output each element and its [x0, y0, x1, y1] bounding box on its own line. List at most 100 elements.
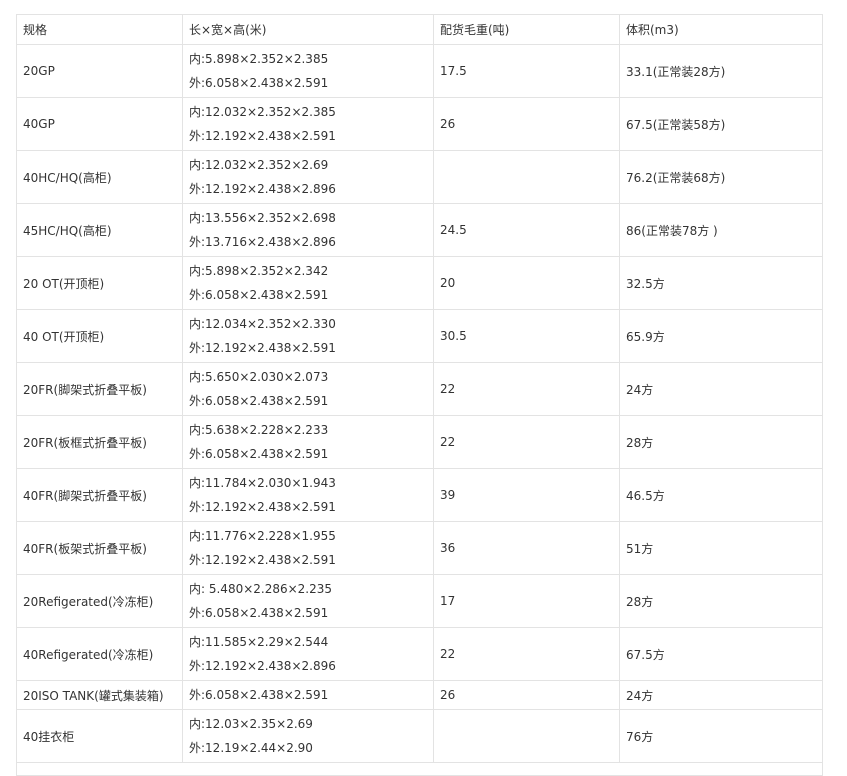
cell-volume: 46.5方 [619, 468, 823, 522]
empty-cell [16, 762, 823, 776]
inner-dimensions: 内:11.784×2.030×1.943 [189, 476, 336, 490]
cell-gross-weight: 39 [433, 468, 620, 522]
table-row-empty [16, 762, 823, 776]
cell-spec: 45HC/HQ(高柜) [16, 203, 183, 257]
inner-dimensions: 内:5.638×2.228×2.233 [189, 423, 329, 437]
cell-dimensions: 内:11.585×2.29×2.544 外:12.192×2.438×2.896 [182, 627, 434, 681]
cell-gross-weight: 17.5 [433, 44, 620, 98]
cell-volume: 33.1(正常装28方) [619, 44, 823, 98]
cell-volume: 28方 [619, 574, 823, 628]
cell-volume: 28方 [619, 415, 823, 469]
cell-spec: 20ISO TANK(罐式集装箱) [16, 680, 183, 710]
cell-gross-weight [433, 150, 620, 204]
cell-volume: 24方 [619, 362, 823, 416]
cell-gross-weight: 36 [433, 521, 620, 575]
container-spec-table-wrap: 规格 长×宽×高(米) 配货毛重(吨) 体积(m3) 20GP 内:5.898×2… [16, 14, 823, 776]
container-spec-table: 规格 长×宽×高(米) 配货毛重(吨) 体积(m3) 20GP 内:5.898×2… [16, 14, 823, 776]
cell-spec: 20FR(板框式折叠平板) [16, 415, 183, 469]
inner-dimensions: 内:5.898×2.352×2.385 [189, 52, 329, 66]
cell-spec: 40 OT(开顶柜) [16, 309, 183, 363]
cell-spec: 20Refigerated(冷冻柜) [16, 574, 183, 628]
cell-volume: 86(正常装78方 ) [619, 203, 823, 257]
cell-volume: 76方 [619, 709, 823, 763]
inner-dimensions: 内:11.776×2.228×1.955 [189, 529, 336, 543]
cell-dimensions: 内:11.776×2.228×1.955 外:12.192×2.438×2.591 [182, 521, 434, 575]
table-row: 40HC/HQ(高柜) 内:12.032×2.352×2.69 外:12.192×2… [16, 150, 823, 204]
cell-dimensions: 内:5.650×2.030×2.073 外:6.058×2.438×2.591 [182, 362, 434, 416]
outer-dimensions: 外:6.058×2.438×2.591 [189, 76, 329, 90]
outer-dimensions: 外:13.716×2.438×2.896 [189, 235, 336, 249]
cell-gross-weight: 22 [433, 627, 620, 681]
cell-dimensions: 内:11.784×2.030×1.943 外:12.192×2.438×2.591 [182, 468, 434, 522]
inner-dimensions: 内: 5.480×2.286×2.235 [189, 582, 333, 596]
outer-dimensions: 外:12.19×2.44×2.90 [189, 741, 313, 755]
inner-dimensions: 内:12.032×2.352×2.69 [189, 158, 329, 172]
inner-dimensions: 内:13.556×2.352×2.698 [189, 211, 336, 225]
cell-gross-weight: 26 [433, 97, 620, 151]
cell-gross-weight [433, 709, 620, 763]
outer-dimensions: 外:6.058×2.438×2.591 [189, 606, 329, 620]
cell-volume: 24方 [619, 680, 823, 710]
cell-dimensions: 内:5.638×2.228×2.233 外:6.058×2.438×2.591 [182, 415, 434, 469]
cell-spec: 40FR(脚架式折叠平板) [16, 468, 183, 522]
table-row: 45HC/HQ(高柜) 内:13.556×2.352×2.698 外:13.716×… [16, 203, 823, 257]
table-row: 40 OT(开顶柜) 内:12.034×2.352×2.330 外:12.192×2… [16, 309, 823, 363]
inner-dimensions: 内:12.032×2.352×2.385 [189, 105, 336, 119]
cell-spec: 40挂衣柜 [16, 709, 183, 763]
table-row: 20 OT(开顶柜) 内:5.898×2.352×2.342 外:6.058×2.4… [16, 256, 823, 310]
table-row: 40FR(板架式折叠平板) 内:11.776×2.228×1.955 外:12.19… [16, 521, 823, 575]
cell-spec: 20GP [16, 44, 183, 98]
cell-gross-weight: 20 [433, 256, 620, 310]
cell-volume: 67.5(正常装58方) [619, 97, 823, 151]
inner-dimensions: 内:5.650×2.030×2.073 [189, 370, 329, 384]
table-row: 20Refigerated(冷冻柜) 内: 5.480×2.286×2.235 外:… [16, 574, 823, 628]
cell-dimensions: 内:5.898×2.352×2.385 外:6.058×2.438×2.591 [182, 44, 434, 98]
cell-volume: 76.2(正常装68方) [619, 150, 823, 204]
outer-dimensions: 外:12.192×2.438×2.591 [189, 129, 336, 143]
cell-dimensions: 内:12.032×2.352×2.385 外:12.192×2.438×2.591 [182, 97, 434, 151]
header-spec: 规格 [16, 14, 183, 45]
cell-dimensions: 内:13.556×2.352×2.698 外:13.716×2.438×2.896 [182, 203, 434, 257]
outer-dimensions: 外:6.058×2.438×2.591 [189, 288, 329, 302]
cell-spec: 40GP [16, 97, 183, 151]
inner-dimensions: 内:12.034×2.352×2.330 [189, 317, 336, 331]
header-dimensions: 长×宽×高(米) [182, 14, 434, 45]
cell-gross-weight: 26 [433, 680, 620, 710]
table-row: 40挂衣柜 内:12.03×2.35×2.69 外:12.19×2.44×2.90 7… [16, 709, 823, 763]
cell-gross-weight: 24.5 [433, 203, 620, 257]
outer-dimensions: 外:12.192×2.438×2.896 [189, 182, 336, 196]
table-row: 20FR(板框式折叠平板) 内:5.638×2.228×2.233 外:6.058×… [16, 415, 823, 469]
cell-volume: 51方 [619, 521, 823, 575]
cell-dimensions: 内:12.032×2.352×2.69 外:12.192×2.438×2.896 [182, 150, 434, 204]
table-header-row: 规格 长×宽×高(米) 配货毛重(吨) 体积(m3) [16, 14, 823, 45]
outer-dimensions: 外:6.058×2.438×2.591 [189, 447, 329, 461]
outer-dimensions: 外:6.058×2.438×2.591 [189, 394, 329, 408]
table-row: 20FR(脚架式折叠平板) 内:5.650×2.030×2.073 外:6.058×… [16, 362, 823, 416]
table-row: 40Refigerated(冷冻柜) 内:11.585×2.29×2.544 外:1… [16, 627, 823, 681]
table-row: 40GP 内:12.032×2.352×2.385 外:12.192×2.438×2… [16, 97, 823, 151]
cell-dimensions: 内:12.034×2.352×2.330 外:12.192×2.438×2.591 [182, 309, 434, 363]
cell-spec: 20FR(脚架式折叠平板) [16, 362, 183, 416]
outer-dimensions: 外:12.192×2.438×2.896 [189, 659, 336, 673]
cell-volume: 32.5方 [619, 256, 823, 310]
cell-gross-weight: 17 [433, 574, 620, 628]
outer-dimensions: 外:12.192×2.438×2.591 [189, 553, 336, 567]
table-row: 40FR(脚架式折叠平板) 内:11.784×2.030×1.943 外:12.19… [16, 468, 823, 522]
cell-dimensions: 外:6.058×2.438×2.591 [182, 680, 434, 710]
cell-spec: 20 OT(开顶柜) [16, 256, 183, 310]
cell-volume: 67.5方 [619, 627, 823, 681]
cell-spec: 40FR(板架式折叠平板) [16, 521, 183, 575]
inner-dimensions: 内:5.898×2.352×2.342 [189, 264, 329, 278]
inner-dimensions: 内:11.585×2.29×2.544 [189, 635, 329, 649]
table-body: 20GP 内:5.898×2.352×2.385 外:6.058×2.438×2.5… [16, 44, 823, 776]
header-volume: 体积(m3) [619, 14, 823, 45]
cell-dimensions: 内:5.898×2.352×2.342 外:6.058×2.438×2.591 [182, 256, 434, 310]
table-row: 20GP 内:5.898×2.352×2.385 外:6.058×2.438×2.5… [16, 44, 823, 98]
cell-dimensions: 内: 5.480×2.286×2.235 外:6.058×2.438×2.591 [182, 574, 434, 628]
header-gross-weight: 配货毛重(吨) [433, 14, 620, 45]
cell-gross-weight: 30.5 [433, 309, 620, 363]
cell-spec: 40HC/HQ(高柜) [16, 150, 183, 204]
cell-gross-weight: 22 [433, 415, 620, 469]
table-row: 20ISO TANK(罐式集装箱) 外:6.058×2.438×2.591 26 24… [16, 680, 823, 710]
cell-spec: 40Refigerated(冷冻柜) [16, 627, 183, 681]
